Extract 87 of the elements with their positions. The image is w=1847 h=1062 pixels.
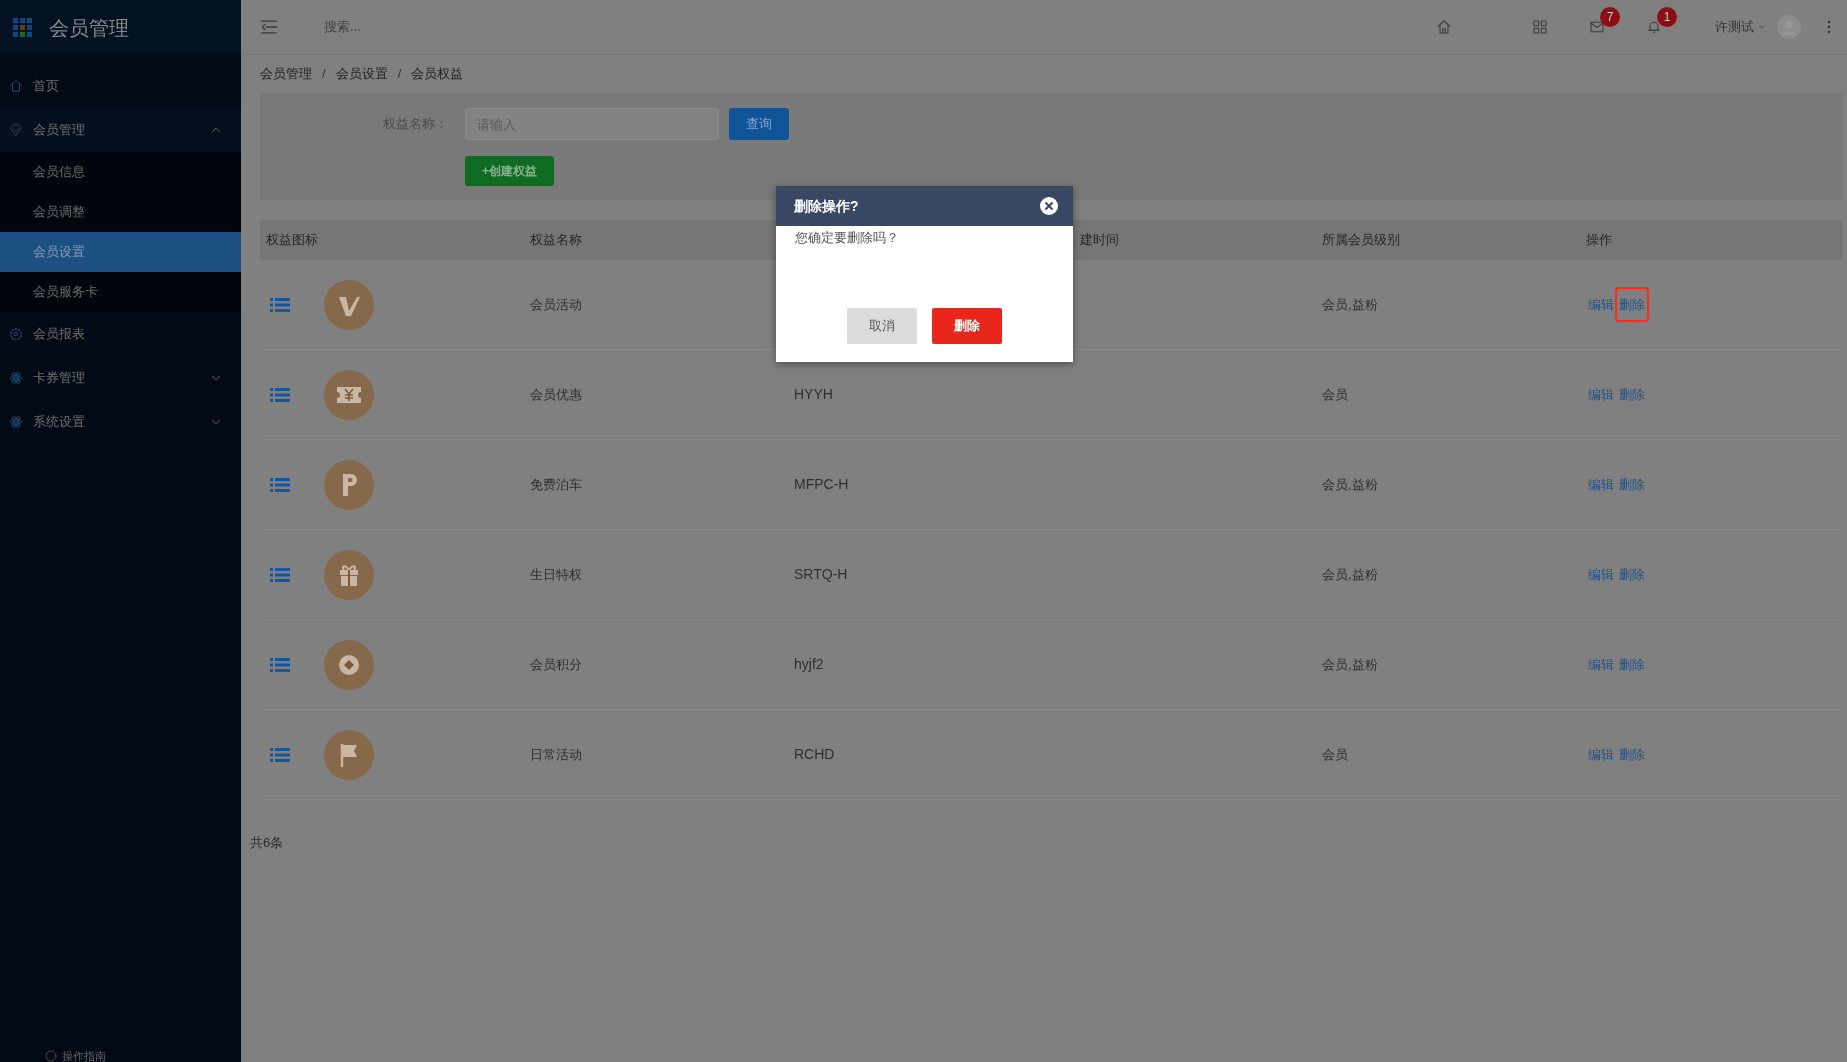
- table-cell: RCHD: [794, 746, 835, 762]
- breadcrumb-separator: /: [321, 65, 327, 84]
- edit-link[interactable]: 编辑: [1586, 558, 1616, 591]
- table-cell: 生日特权: [530, 566, 582, 582]
- dialog-message: 您确定要删除吗？: [794, 229, 900, 247]
- bell-icon: [1646, 19, 1662, 35]
- query-button[interactable]: 查询: [729, 108, 789, 140]
- edit-link[interactable]: 编辑: [1586, 648, 1616, 681]
- table-cell: 会员,益粉: [1322, 476, 1378, 492]
- table-cell: 免费泊车: [530, 476, 582, 492]
- chevron-icon: [1757, 22, 1767, 32]
- sidebar-item[interactable]: 首页: [0, 64, 241, 108]
- breadcrumb-item: 会员权益: [411, 65, 464, 84]
- home-icon: [9, 79, 23, 93]
- close-button[interactable]: [1040, 197, 1058, 215]
- count-badge: 1: [1657, 7, 1677, 27]
- table-cell: SRTQ-H: [794, 566, 848, 582]
- parking-icon: [324, 459, 374, 510]
- count-badge: 7: [1600, 7, 1620, 27]
- atom-icon: [9, 371, 23, 385]
- cancel-button[interactable]: 取消: [847, 308, 917, 344]
- sidebar-item[interactable]: 会员管理: [0, 108, 241, 152]
- list-icon[interactable]: [270, 566, 290, 583]
- table-cell: HYYH: [794, 386, 833, 402]
- atom-icon: [9, 415, 23, 429]
- total-count: 共6条: [250, 835, 284, 850]
- user-menu[interactable]: 许测试: [1715, 17, 1767, 37]
- sidebar-item[interactable]: 会员报表: [0, 312, 241, 356]
- list-icon[interactable]: [270, 296, 290, 313]
- edit-link[interactable]: 编辑: [1586, 738, 1616, 771]
- list-icon[interactable]: [270, 656, 290, 673]
- sidebar-item[interactable]: 卡券管理: [0, 356, 241, 400]
- list-icon[interactable]: [270, 746, 290, 763]
- submenu-item[interactable]: 会员服务卡: [0, 272, 241, 312]
- table-cell: 会员: [1322, 746, 1348, 762]
- edit-link[interactable]: 编辑: [1586, 468, 1616, 501]
- table-cell: 会员: [1322, 386, 1348, 402]
- dialog-title: 删除操作?: [794, 196, 859, 216]
- delete-link[interactable]: 删除: [1617, 738, 1647, 771]
- app-title: 会员管理: [49, 15, 129, 41]
- gift-icon: [324, 549, 374, 600]
- breadcrumb-item[interactable]: 会员设置: [335, 64, 388, 84]
- search-field[interactable]: 搜索...: [324, 17, 524, 37]
- delete-link[interactable]: 删除: [1617, 558, 1647, 591]
- coin-icon: [324, 639, 374, 690]
- flag-icon: [324, 729, 374, 780]
- help-icon: [45, 1050, 57, 1062]
- ticket-icon: [324, 369, 374, 420]
- list-icon[interactable]: [270, 476, 290, 493]
- grid-icon: [1532, 19, 1548, 35]
- delete-link[interactable]: 删除: [1617, 378, 1647, 411]
- column-header: 权益名称: [530, 232, 582, 248]
- table-cell: 会员,益粉: [1322, 566, 1378, 582]
- delete-link[interactable]: 删除: [1617, 648, 1647, 681]
- breadcrumb-separator: /: [396, 65, 403, 84]
- table-cell: hyjf2: [794, 656, 824, 672]
- column-header: 所属会员级别: [1322, 232, 1400, 248]
- guide-link[interactable]: 操作指南: [62, 1050, 106, 1062]
- delete-link[interactable]: 删除: [1617, 468, 1647, 501]
- edit-link[interactable]: 编辑: [1586, 288, 1616, 321]
- more-icon[interactable]: [1827, 20, 1831, 34]
- table-cell: 日常活动: [530, 746, 582, 762]
- table-cell: MFPC-H: [794, 476, 849, 492]
- delete-button[interactable]: 删除: [932, 308, 1002, 344]
- table-cell: 会员优惠: [530, 386, 582, 402]
- submenu-item[interactable]: 会员调整: [0, 192, 241, 232]
- sidebar-item[interactable]: 系统设置: [0, 400, 241, 444]
- column-header: 操作: [1586, 232, 1612, 248]
- mail-icon: [1589, 19, 1605, 35]
- table-cell: 会员积分: [530, 656, 582, 672]
- table-cell: 会员活动: [530, 296, 582, 312]
- edit-link[interactable]: 编辑: [1586, 378, 1616, 411]
- column-header: 权益图标: [266, 232, 318, 248]
- create-button[interactable]: +创建权益: [465, 156, 554, 186]
- table-cell: 会员,益粉: [1322, 656, 1378, 672]
- breadcrumb-item[interactable]: 会员管理: [260, 64, 312, 84]
- table-cell: 会员,益粉: [1322, 296, 1378, 312]
- gear-icon: [9, 327, 23, 341]
- submenu-item[interactable]: 会员信息: [0, 152, 241, 192]
- check-icon: [324, 279, 374, 330]
- submenu-item[interactable]: 会员设置: [0, 232, 241, 272]
- app-grid-icon[interactable]: [13, 17, 33, 38]
- column-header: 建时间: [1080, 232, 1119, 248]
- diamond-icon: [9, 123, 23, 137]
- home-icon: [1436, 19, 1452, 35]
- delete-link[interactable]: 删除: [1617, 288, 1647, 321]
- list-icon[interactable]: [270, 386, 290, 403]
